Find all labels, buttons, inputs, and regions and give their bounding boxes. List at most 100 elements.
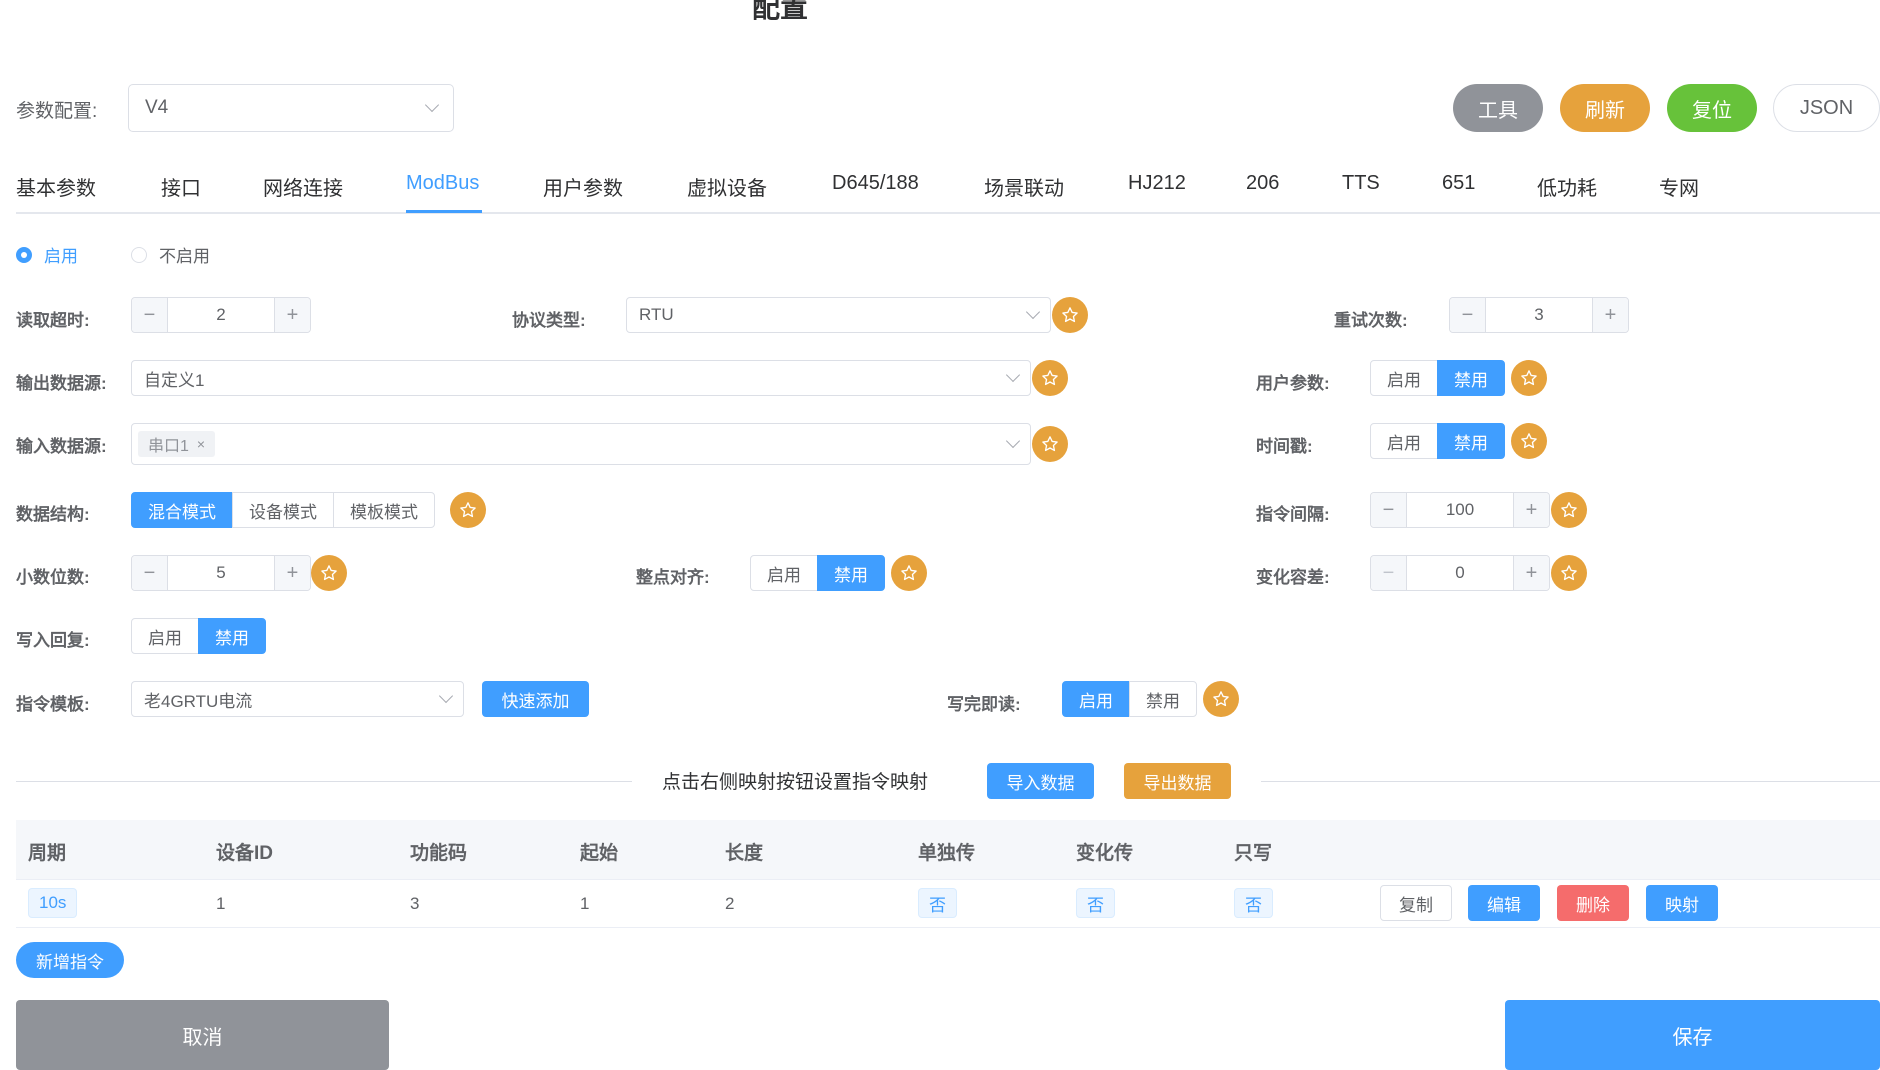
col-func-code: 功能码 bbox=[410, 843, 468, 864]
config-select[interactable]: V4 bbox=[128, 84, 454, 132]
reset-button[interactable]: 复位 bbox=[1667, 84, 1757, 132]
change-tolerance-stepper[interactable]: − 0 + bbox=[1370, 555, 1550, 591]
config-label: 参数配置: bbox=[16, 101, 98, 122]
col-single: 单独传 bbox=[918, 843, 976, 864]
export-data-button[interactable]: 导出数据 bbox=[1124, 763, 1231, 799]
cmd-template-select[interactable]: 老4GRTU电流 bbox=[131, 681, 464, 717]
timestamp-disable[interactable]: 禁用 bbox=[1437, 423, 1505, 459]
read-after-write-enable[interactable]: 启用 bbox=[1062, 681, 1130, 717]
import-data-button[interactable]: 导入数据 bbox=[987, 763, 1094, 799]
star-icon[interactable] bbox=[1511, 423, 1547, 459]
star-icon[interactable] bbox=[1551, 492, 1587, 528]
delete-button[interactable]: 删除 bbox=[1557, 885, 1629, 921]
star-icon[interactable] bbox=[1032, 426, 1068, 462]
read-after-write-toggle: 启用 禁用 bbox=[1062, 681, 1197, 717]
chevron-down-icon bbox=[1005, 433, 1021, 449]
enable-radio[interactable]: 启用 bbox=[16, 242, 78, 267]
output-source-select[interactable]: 自定义1 bbox=[131, 360, 1031, 396]
col-length: 长度 bbox=[725, 843, 764, 864]
tools-button[interactable]: 工具 bbox=[1453, 84, 1543, 132]
config-select-value: V4 bbox=[145, 97, 169, 118]
tab-interface[interactable]: 接口 bbox=[161, 172, 201, 201]
close-icon[interactable]: × bbox=[197, 436, 205, 452]
tab-user-params[interactable]: 用户参数 bbox=[543, 172, 623, 201]
tab-modbus[interactable]: ModBus bbox=[406, 172, 479, 195]
edit-button[interactable]: 编辑 bbox=[1468, 885, 1540, 921]
json-button[interactable]: JSON bbox=[1773, 84, 1880, 132]
star-icon[interactable] bbox=[1551, 555, 1587, 591]
user-params-enable[interactable]: 启用 bbox=[1370, 360, 1438, 396]
disable-radio[interactable]: 不启用 bbox=[131, 242, 210, 267]
user-params-disable[interactable]: 禁用 bbox=[1437, 360, 1505, 396]
chevron-down-icon bbox=[1005, 367, 1021, 383]
minus-icon[interactable]: − bbox=[132, 298, 168, 332]
data-struct-mixed[interactable]: 混合模式 bbox=[131, 492, 233, 528]
tab-tts[interactable]: TTS bbox=[1342, 172, 1380, 195]
timestamp-enable[interactable]: 启用 bbox=[1370, 423, 1438, 459]
quick-add-button[interactable]: 快速添加 bbox=[482, 681, 589, 717]
plus-icon[interactable]: + bbox=[274, 298, 310, 332]
cell-func-code: 3 bbox=[410, 894, 420, 913]
input-source-label: 输入数据源: bbox=[16, 437, 107, 456]
map-button[interactable]: 映射 bbox=[1646, 885, 1718, 921]
on-hour-enable[interactable]: 启用 bbox=[750, 555, 818, 591]
star-icon[interactable] bbox=[311, 555, 347, 591]
tab-basic[interactable]: 基本参数 bbox=[16, 172, 96, 201]
write-reply-disable[interactable]: 禁用 bbox=[198, 618, 266, 654]
radio-off-icon bbox=[131, 246, 147, 263]
read-timeout-stepper[interactable]: − 2 + bbox=[131, 297, 311, 333]
cancel-button[interactable]: 取消 bbox=[16, 1000, 389, 1070]
star-icon[interactable] bbox=[1203, 681, 1239, 717]
plus-icon[interactable]: + bbox=[1513, 556, 1549, 590]
read-after-write-disable[interactable]: 禁用 bbox=[1129, 681, 1197, 717]
protocol-select[interactable]: RTU bbox=[626, 297, 1051, 333]
star-icon[interactable] bbox=[1052, 297, 1088, 333]
tab-651[interactable]: 651 bbox=[1442, 172, 1475, 195]
plus-icon[interactable]: + bbox=[1513, 493, 1549, 527]
data-struct-device[interactable]: 设备模式 bbox=[232, 492, 334, 528]
retries-label: 重试次数: bbox=[1334, 311, 1408, 330]
tab-scene[interactable]: 场景联动 bbox=[984, 172, 1064, 201]
decimals-stepper[interactable]: − 5 + bbox=[131, 555, 311, 591]
tab-bar: 基本参数 接口 网络连接 ModBus 用户参数 虚拟设备 D645/188 场… bbox=[16, 160, 1880, 214]
minus-icon[interactable]: − bbox=[1371, 556, 1407, 590]
minus-icon[interactable]: − bbox=[1371, 493, 1407, 527]
tab-d645[interactable]: D645/188 bbox=[832, 172, 919, 195]
data-struct-template[interactable]: 模板模式 bbox=[333, 492, 435, 528]
tab-206[interactable]: 206 bbox=[1246, 172, 1279, 195]
star-icon[interactable] bbox=[1511, 360, 1547, 396]
star-icon[interactable] bbox=[1032, 360, 1068, 396]
star-icon[interactable] bbox=[450, 492, 486, 528]
table-row: 10s 1 3 1 2 否 否 否 复制 编辑 删除 映射 bbox=[16, 880, 1880, 928]
divider-right bbox=[1261, 781, 1880, 782]
refresh-button[interactable]: 刷新 bbox=[1560, 84, 1650, 132]
change-tag: 否 bbox=[1076, 888, 1115, 918]
write-only-tag: 否 bbox=[1234, 888, 1273, 918]
on-hour-disable[interactable]: 禁用 bbox=[817, 555, 885, 591]
data-struct-toggle: 混合模式 设备模式 模板模式 bbox=[131, 492, 435, 528]
tab-hj212[interactable]: HJ212 bbox=[1128, 172, 1186, 195]
cell-length: 2 bbox=[725, 894, 735, 913]
copy-button[interactable]: 复制 bbox=[1380, 885, 1452, 921]
minus-icon[interactable]: − bbox=[132, 556, 168, 590]
write-reply-enable[interactable]: 启用 bbox=[131, 618, 199, 654]
save-button[interactable]: 保存 bbox=[1505, 1000, 1880, 1070]
tab-virtual-device[interactable]: 虚拟设备 bbox=[687, 172, 767, 201]
plus-icon[interactable]: + bbox=[1592, 298, 1628, 332]
star-icon[interactable] bbox=[891, 555, 927, 591]
col-start: 起始 bbox=[580, 843, 619, 864]
timestamp-label: 时间戳: bbox=[1256, 437, 1313, 456]
tab-network[interactable]: 网络连接 bbox=[263, 172, 343, 201]
tab-low-power[interactable]: 低功耗 bbox=[1537, 172, 1597, 201]
cmd-interval-label: 指令间隔: bbox=[1256, 505, 1330, 524]
write-reply-toggle: 启用 禁用 bbox=[131, 618, 266, 654]
input-source-select[interactable]: 串口1 × bbox=[131, 423, 1031, 465]
tab-private-net[interactable]: 专网 bbox=[1659, 172, 1699, 201]
retries-stepper[interactable]: − 3 + bbox=[1449, 297, 1629, 333]
plus-icon[interactable]: + bbox=[274, 556, 310, 590]
add-command-button[interactable]: 新增指令 bbox=[16, 942, 124, 978]
cmd-interval-stepper[interactable]: − 100 + bbox=[1370, 492, 1550, 528]
minus-icon[interactable]: − bbox=[1450, 298, 1486, 332]
data-struct-label: 数据结构: bbox=[16, 505, 90, 524]
read-after-write-label: 写完即读: bbox=[947, 695, 1021, 714]
